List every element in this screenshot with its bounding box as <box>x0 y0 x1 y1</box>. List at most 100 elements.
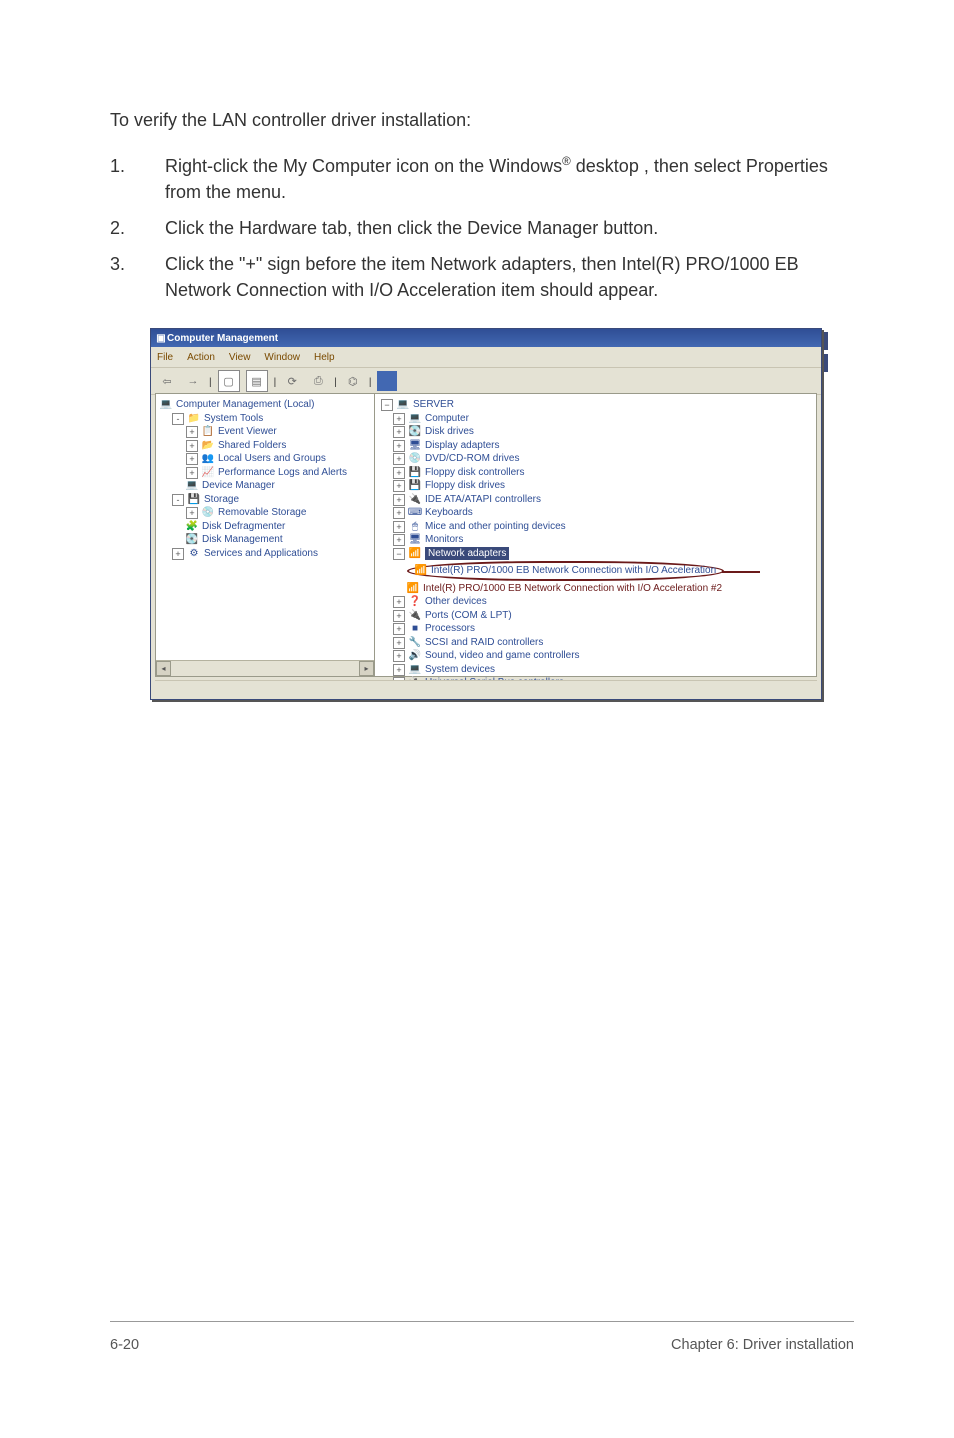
plus-icon[interactable]: + <box>393 610 405 622</box>
footer-chapter: Chapter 6: Driver installation <box>671 1337 854 1353</box>
plus-icon[interactable]: + <box>393 426 405 438</box>
plus-icon[interactable]: + <box>393 494 405 506</box>
right-tree-item[interactable]: +🔌Ports (COM & LPT) <box>381 609 810 623</box>
left-root[interactable]: 💻 Computer Management (Local) <box>160 398 370 412</box>
minus-icon[interactable]: - <box>172 494 184 506</box>
right-root[interactable]: − 💻 SERVER <box>381 398 810 412</box>
right-tree-item[interactable]: +🖥Monitors <box>381 533 810 547</box>
left-tree-item[interactable]: -💾Storage <box>160 493 370 507</box>
minus-icon[interactable]: - <box>172 413 184 425</box>
left-tree-item[interactable]: 💻Device Manager <box>160 479 370 493</box>
plus-icon[interactable]: + <box>393 453 405 465</box>
right-tree-item[interactable]: +💻Computer <box>381 412 810 426</box>
plus-icon[interactable]: + <box>393 637 405 649</box>
step-3-num: 3. <box>110 251 165 303</box>
plus-icon[interactable]: + <box>186 453 198 465</box>
plus-icon[interactable]: + <box>393 440 405 452</box>
left-tree-item[interactable]: -📁System Tools <box>160 412 370 426</box>
device-icon: ⌨ <box>409 507 421 519</box>
plus-icon[interactable]: + <box>393 650 405 662</box>
device-label: Sound, video and game controllers <box>425 649 580 663</box>
menubar: File Action View Window Help <box>151 347 821 368</box>
device-label: Floppy disk controllers <box>425 466 524 480</box>
tb-refresh-icon[interactable]: ⟳ <box>282 371 302 391</box>
window-title: Computer Management <box>167 333 278 344</box>
tb-up-icon[interactable]: ▢ <box>218 370 240 392</box>
menu-action[interactable]: Action <box>187 352 215 363</box>
device-label: SCSI and RAID controllers <box>425 636 543 650</box>
plus-icon[interactable]: + <box>393 596 405 608</box>
server-icon: 💻 <box>397 399 409 411</box>
right-tree-item[interactable]: +🖱Mice and other pointing devices <box>381 520 810 534</box>
scroll-right-icon[interactable]: ▸ <box>359 661 374 676</box>
menu-file[interactable]: File <box>157 352 173 363</box>
left-tree-item[interactable]: 🧩Disk Defragmenter <box>160 520 370 534</box>
highlighted-nic[interactable]: 📶 Intel(R) PRO/1000 EB Network Connectio… <box>381 561 810 581</box>
right-tree-item[interactable]: +🔌IDE ATA/ATAPI controllers <box>381 493 810 507</box>
device-icon: 🖥 <box>409 534 421 546</box>
tb-forward-icon[interactable]: → <box>183 371 203 391</box>
right-tree-item[interactable]: + ⌨ Keyboards <box>381 506 810 520</box>
right-tree-item[interactable]: +🖥Display adapters <box>381 439 810 453</box>
tree-label: Event Viewer <box>218 425 277 439</box>
plus-icon[interactable]: + <box>393 534 405 546</box>
right-tree-item[interactable]: +🔧SCSI and RAID controllers <box>381 636 810 650</box>
plus-icon[interactable]: + <box>186 467 198 479</box>
plus-icon[interactable]: + <box>172 548 184 560</box>
menu-view[interactable]: View <box>229 352 251 363</box>
left-tree-item[interactable]: +👥Local Users and Groups <box>160 452 370 466</box>
plus-icon[interactable]: + <box>393 664 405 676</box>
computer-icon: 💻 <box>160 399 172 411</box>
minus-icon[interactable]: − <box>381 399 393 411</box>
device-label: Disk drives <box>425 425 474 439</box>
left-tree-item[interactable]: 💽Disk Management <box>160 533 370 547</box>
plus-icon[interactable]: + <box>186 440 198 452</box>
plus-icon[interactable]: + <box>393 623 405 635</box>
right-tree-item[interactable]: +💽Disk drives <box>381 425 810 439</box>
footer-page: 6-20 <box>110 1337 139 1353</box>
right-tree-item[interactable]: +🔊Sound, video and game controllers <box>381 649 810 663</box>
tree-label: Disk Management <box>202 533 283 547</box>
steps-list: 1. Right-click the My Computer icon on t… <box>110 153 854 303</box>
left-scrollbar[interactable]: ◂ ▸ <box>156 660 374 676</box>
plus-icon[interactable]: + <box>393 467 405 479</box>
plus-icon[interactable]: + <box>393 521 405 533</box>
tree-icon: 📈 <box>202 467 214 479</box>
right-tree-item[interactable]: +❓Other devices <box>381 595 810 609</box>
plus-icon[interactable]: + <box>186 426 198 438</box>
left-tree-item[interactable]: +📂Shared Folders <box>160 439 370 453</box>
step-2-num: 2. <box>110 215 165 241</box>
plus-icon[interactable]: + <box>393 507 405 519</box>
scroll-left-icon[interactable]: ◂ <box>156 661 171 676</box>
tb-print-icon[interactable]: ⎙ <box>308 371 328 391</box>
toolbar: ⇦ → | ▢ ▤ | ⟳ ⎙ | ⌬ | <box>151 368 821 395</box>
tb-props-icon[interactable]: ▤ <box>246 370 268 392</box>
menu-help[interactable]: Help <box>314 352 335 363</box>
right-tree-item[interactable]: +💾Floppy disk controllers <box>381 466 810 480</box>
minus-icon[interactable]: − <box>393 548 405 560</box>
device-label: Keyboards <box>425 506 473 520</box>
device-icon: ■ <box>409 623 421 635</box>
plus-icon[interactable]: + <box>186 507 198 519</box>
device-icon: 💻 <box>409 413 421 425</box>
left-tree-item[interactable]: +📈Performance Logs and Alerts <box>160 466 370 480</box>
right-tree-item[interactable]: +💿DVD/CD-ROM drives <box>381 452 810 466</box>
right-tree-item[interactable]: +💾Floppy disk drives <box>381 479 810 493</box>
network-adapters[interactable]: − 📶 Network adapters <box>381 547 810 561</box>
tree-icon: 📋 <box>202 426 214 438</box>
left-tree-item[interactable]: +⚙Services and Applications <box>160 547 370 561</box>
right-tree-item[interactable]: +💻System devices <box>381 663 810 677</box>
device-label: DVD/CD-ROM drives <box>425 452 519 466</box>
left-tree-item[interactable]: +💿Removable Storage <box>160 506 370 520</box>
tree-icon: 📂 <box>202 440 214 452</box>
menu-window[interactable]: Window <box>264 352 300 363</box>
tb-selected-icon[interactable] <box>377 371 397 391</box>
plus-icon[interactable]: + <box>393 480 405 492</box>
right-tree-item[interactable]: +■Processors <box>381 622 810 636</box>
tb-help-icon[interactable]: ⌬ <box>343 371 363 391</box>
left-tree-item[interactable]: + 📋 Event Viewer <box>160 425 370 439</box>
plus-icon[interactable]: + <box>393 413 405 425</box>
step-2-body: Click the Hardware tab, then click the D… <box>165 215 854 241</box>
nic-2[interactable]: 📶 Intel(R) PRO/1000 EB Network Connectio… <box>381 582 810 596</box>
tb-back-icon[interactable]: ⇦ <box>157 371 177 391</box>
